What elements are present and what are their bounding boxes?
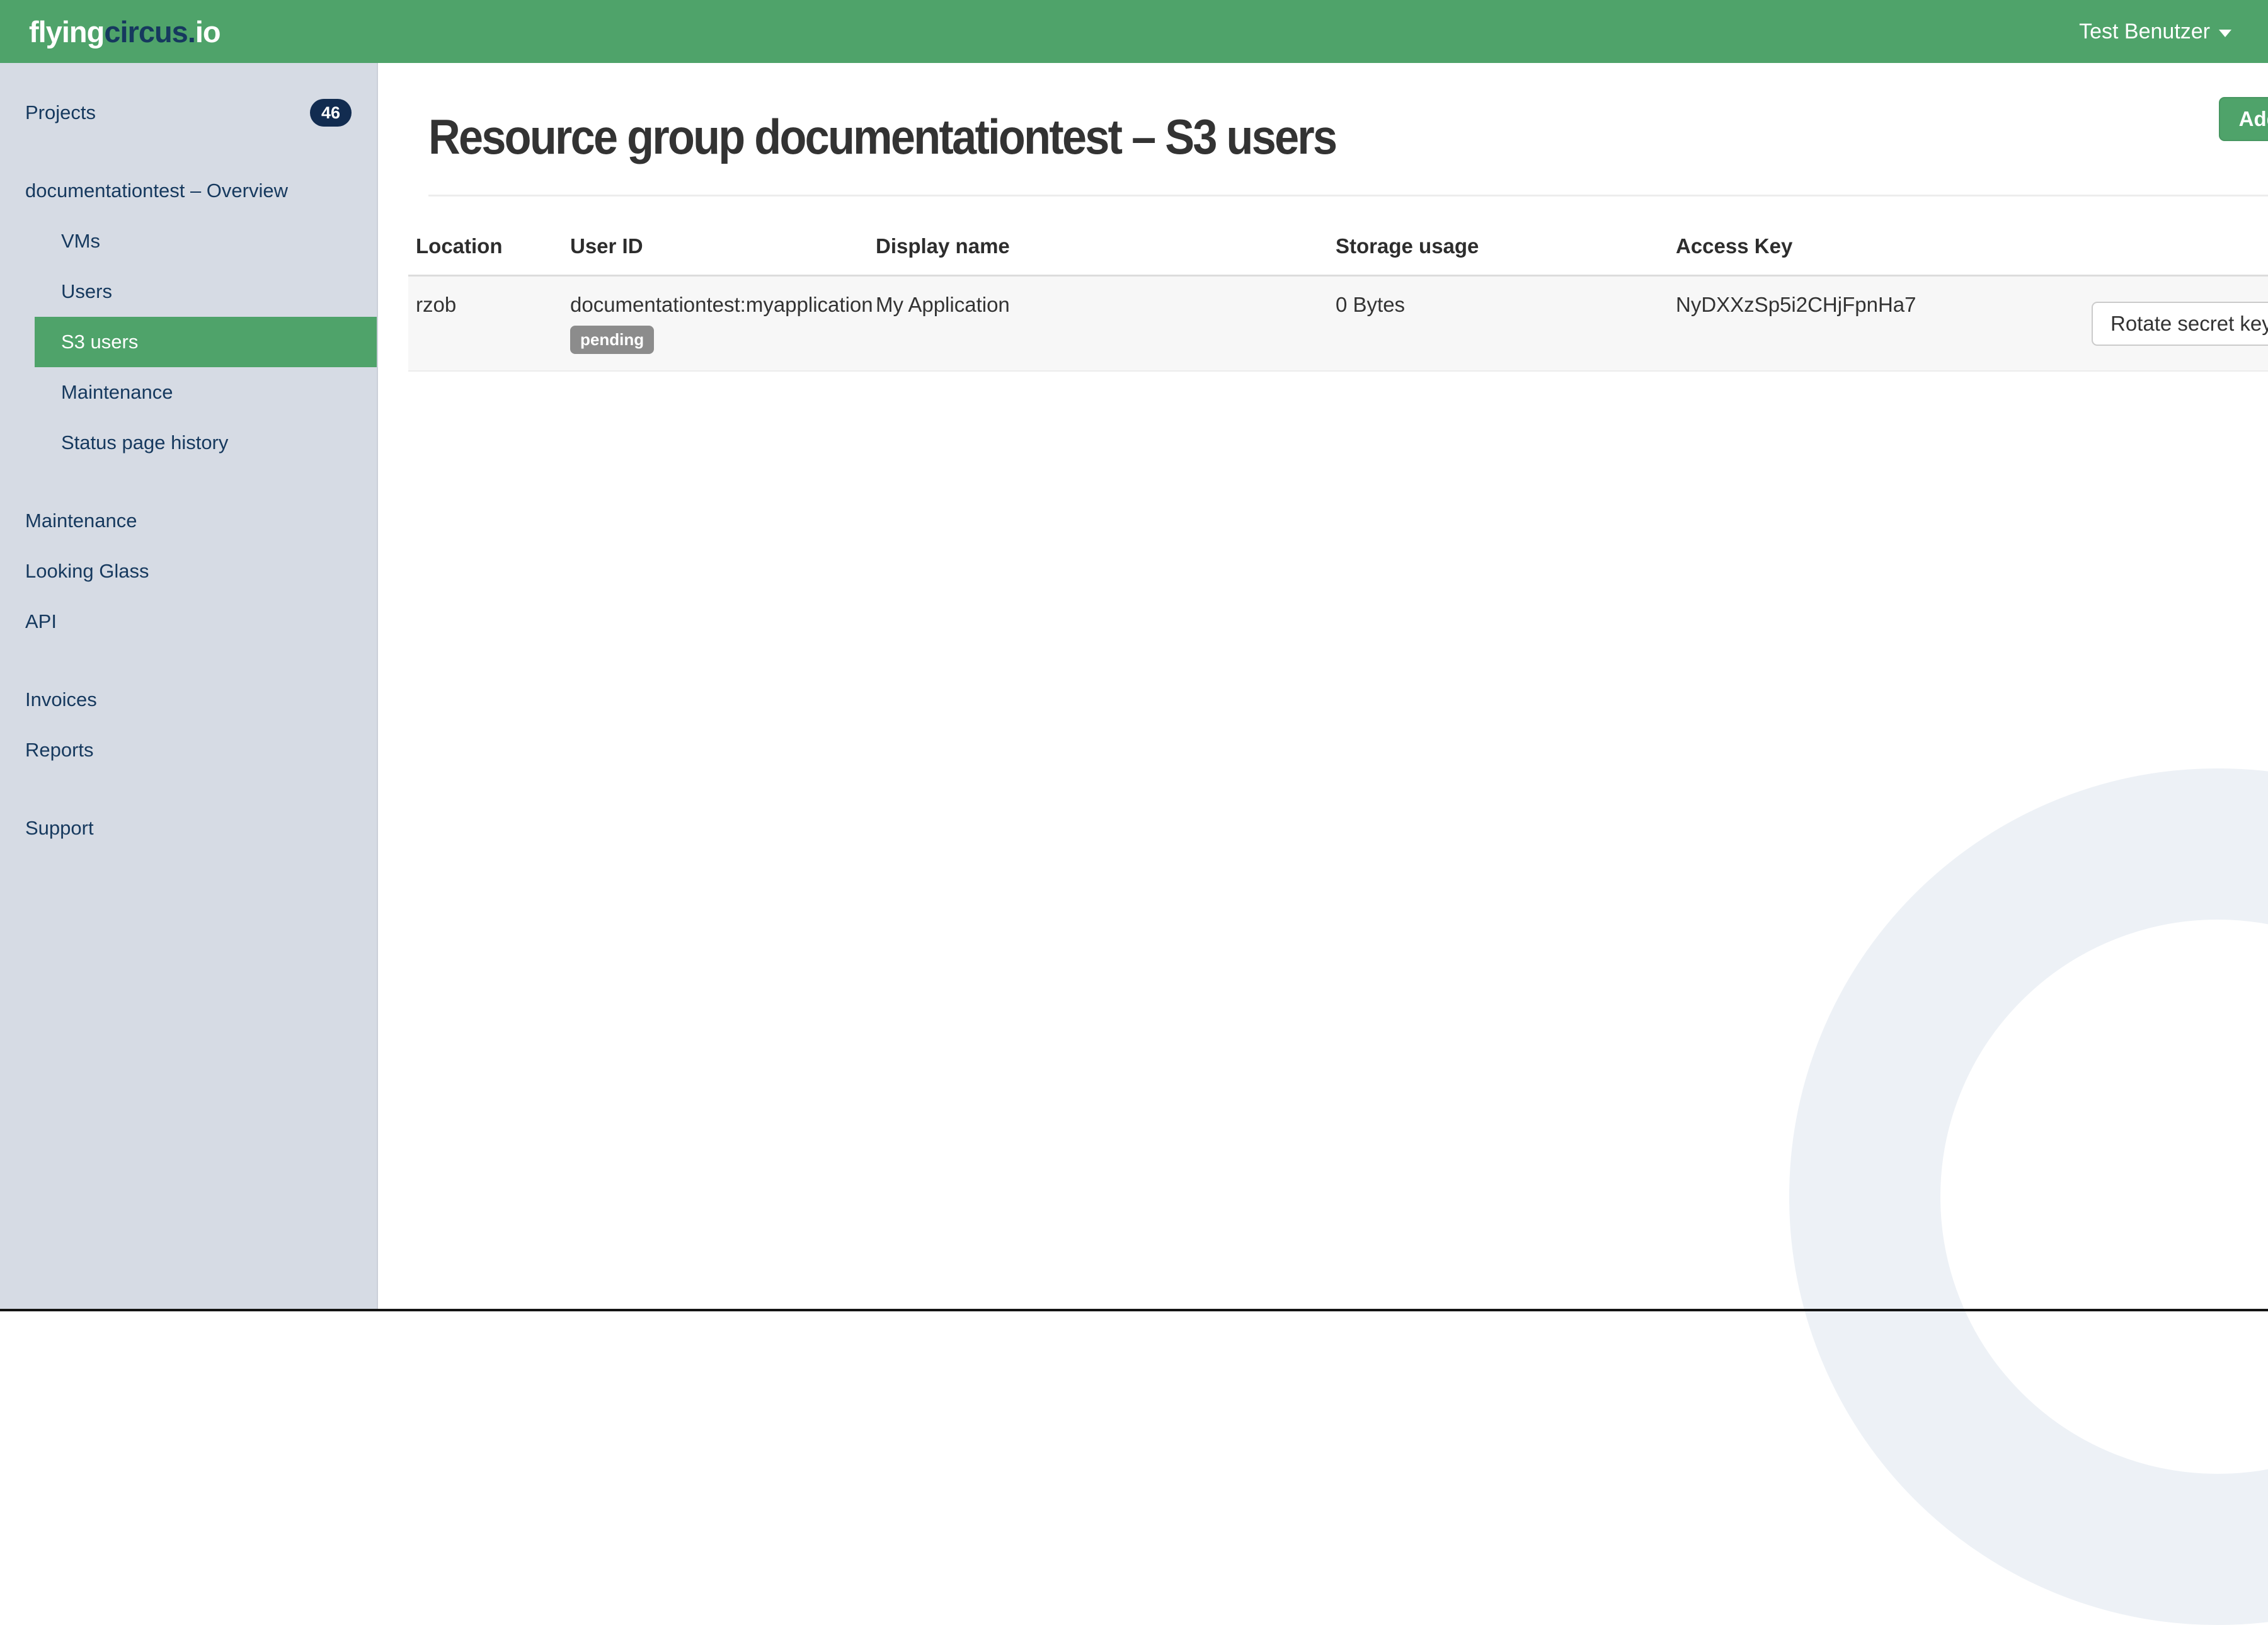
sidebar-item-label: Reports [25, 739, 94, 761]
sidebar-item-api[interactable]: API [0, 596, 377, 647]
sidebar-item-maintenance-sub[interactable]: Maintenance [0, 367, 377, 418]
column-header-actions [2084, 234, 2268, 258]
sidebar-nav: Projects 46 documentationtest – Overview… [0, 63, 378, 1309]
sidebar-item-label: API [25, 610, 57, 632]
main-content: Resource group documentationtest – S3 us… [378, 63, 2268, 1309]
sidebar-item-label: Invoices [25, 688, 97, 710]
rotate-secret-key-button[interactable]: Rotate secret key [2092, 301, 2268, 346]
sidebar-item-reports[interactable]: Reports [0, 725, 377, 775]
cell-display-name: My Application [876, 293, 1010, 316]
sidebar-item-label: S3 users [61, 331, 139, 353]
s3-users-table: Location User ID Display name Storage us… [408, 222, 2268, 372]
top-header-bar: flyingcircus.io Test Benutzer [0, 0, 2268, 63]
sidebar-item-label: VMs [61, 230, 100, 252]
column-header-location: Location [416, 234, 503, 258]
sidebar-item-status-page-history[interactable]: Status page history [0, 418, 377, 468]
cell-actions: Rotate secret key Delete [2084, 277, 2268, 370]
sidebar-item-label: Maintenance [25, 510, 137, 532]
sidebar-item-looking-glass[interactable]: Looking Glass [0, 546, 377, 596]
sidebar-item-label: documentationtest – Overview [25, 180, 288, 202]
column-header-user-id: User ID [570, 234, 643, 258]
sidebar-item-support[interactable]: Support [0, 803, 377, 853]
column-header-storage-usage: Storage usage [1336, 234, 1479, 258]
column-header-display-name: Display name [876, 234, 1010, 258]
caret-down-icon [2219, 30, 2231, 37]
sidebar-item-invoices[interactable]: Invoices [0, 675, 377, 725]
sidebar-item-label: Support [25, 817, 94, 839]
projects-count-badge: 46 [309, 98, 352, 127]
add-s3-user-button[interactable]: Add S3 user [2218, 97, 2268, 141]
sidebar-item-users[interactable]: Users [0, 266, 377, 317]
user-menu[interactable]: Test Benutzer [2079, 20, 2231, 44]
sidebar-item-s3-users[interactable]: S3 users [35, 317, 377, 367]
page-title: Resource group documentationtest – S3 us… [428, 109, 1337, 164]
cell-user-id: documentationtest:myapplication pending [563, 277, 873, 370]
cell-storage-usage: 0 Bytes [1336, 293, 1406, 316]
window-bottom-edge [0, 1309, 2268, 1311]
user-menu-name: Test Benutzer [2079, 19, 2210, 43]
cell-location: rzob [416, 293, 457, 316]
sidebar-item-vms[interactable]: VMs [0, 216, 377, 266]
table-header-row: Location User ID Display name Storage us… [408, 222, 2268, 275]
user-id-value: documentationtest:myapplication [570, 293, 873, 316]
sidebar-item-label: Maintenance [61, 381, 173, 403]
sidebar-item-overview[interactable]: documentationtest – Overview [0, 166, 377, 216]
table-row: rzob documentationtest:myapplication pen… [408, 275, 2268, 372]
flyingcircus-logo[interactable]: flyingcircus.io [29, 14, 221, 49]
sidebar-item-label: Looking Glass [25, 560, 149, 582]
logo-text-dot: . [187, 14, 196, 48]
sidebar-item-projects[interactable]: Projects 46 [0, 88, 377, 138]
status-badge: pending [570, 326, 655, 354]
title-divider [428, 195, 2268, 197]
logo-text-io: io [195, 14, 221, 48]
logo-text-circus: circus [104, 14, 188, 48]
sidebar-item-label: Users [61, 280, 112, 302]
logo-text-flying: flying [29, 14, 105, 48]
sidebar-item-label: Projects [25, 101, 96, 123]
sidebar-item-maintenance[interactable]: Maintenance [0, 496, 377, 546]
cell-access-key: NyDXXzSp5i2CHjFpnHa7 [1676, 293, 1916, 316]
column-header-access-key: Access Key [1676, 234, 1793, 258]
sidebar-item-label: Status page history [61, 431, 229, 453]
